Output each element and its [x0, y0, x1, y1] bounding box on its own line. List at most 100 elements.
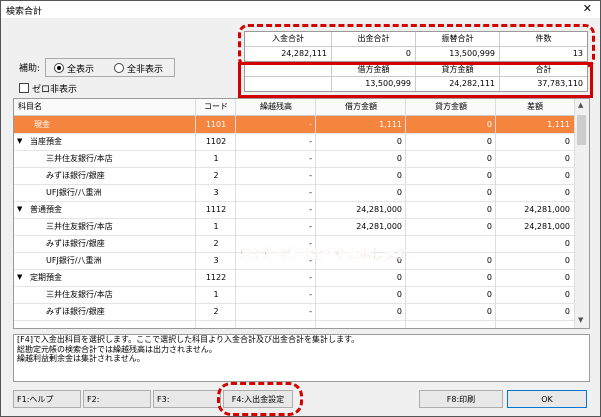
- row-credit: 0: [486, 154, 492, 163]
- table-row[interactable]: みずほ銀行/銀座 2 - 0 0 0: [14, 167, 574, 185]
- row-account-name: 当座預金: [30, 137, 62, 146]
- row-debit: 0: [396, 137, 402, 146]
- row-account-name: みずほ銀行/銀座: [46, 171, 105, 180]
- highlight-summary-bottom: [238, 62, 593, 98]
- row-diff: 0: [564, 239, 570, 248]
- radio-checked-icon: [54, 63, 64, 73]
- highlight-f4-button: [217, 382, 303, 416]
- table-row[interactable]: ▼ 定期預金 1122 - 0 0 0: [14, 269, 574, 287]
- row-diff: 1,111: [547, 120, 570, 129]
- row-kurikoshi: -: [309, 307, 312, 316]
- close-icon[interactable]: ✕: [583, 2, 592, 15]
- row-code: 3: [213, 188, 219, 197]
- radio-show-all[interactable]: 全表示: [54, 62, 94, 75]
- row-debit: 0: [396, 171, 402, 180]
- row-credit: 0: [486, 120, 492, 129]
- message-line: 総勘定元帳の検索合計では繰越残高は出力されません。: [17, 344, 217, 354]
- row-debit: 0: [396, 307, 402, 316]
- row-credit: 0: [486, 171, 492, 180]
- row-account-name: 普通預金: [30, 205, 62, 214]
- row-debit: 1,111: [379, 120, 402, 129]
- table-row[interactable]: 三井住友銀行/本店 1 - 0 0 0: [14, 286, 574, 304]
- radio-show-all-label: 全表示: [67, 65, 95, 75]
- row-kurikoshi: -: [309, 120, 312, 129]
- row-kurikoshi: -: [309, 273, 312, 282]
- row-code: 1101: [205, 120, 227, 129]
- row-code: 1122: [205, 273, 227, 282]
- zero-hide-label: ゼロ非表示: [32, 85, 78, 95]
- annotation-text: 相手科目集計金額を表示します。: [239, 247, 418, 261]
- row-code: 1102: [205, 137, 227, 146]
- table-row[interactable]: みずほ銀行/銀座 2 - 0 0 0: [14, 303, 574, 321]
- row-kurikoshi: -: [309, 222, 312, 231]
- message-box: [F4]で入金出科目を選択します。ここで選択した科目より入金合計及び出金合計を集…: [13, 334, 590, 382]
- col-diff[interactable]: 差額: [496, 99, 574, 115]
- table-row[interactable]: ▼ 普通預金 1112 - 24,281,000 0 24,281,000: [14, 201, 574, 219]
- col-code[interactable]: コード: [196, 99, 236, 115]
- expand-chevron-icon[interactable]: ▼: [17, 201, 22, 218]
- row-account-name: UFJ銀行/八重洲: [46, 188, 102, 197]
- table-row[interactable]: UFJ銀行/八重洲 3 - 0 0 0: [14, 184, 574, 202]
- row-account-name: 定期預金: [30, 273, 62, 282]
- row-credit: 0: [486, 188, 492, 197]
- row-account-name: みずほ銀行/銀座: [46, 239, 105, 248]
- row-debit: 0: [396, 188, 402, 197]
- row-credit: 0: [486, 273, 492, 282]
- row-kurikoshi: -: [309, 188, 312, 197]
- row-kurikoshi: -: [309, 205, 312, 214]
- row-diff: 0: [564, 171, 570, 180]
- row-diff: 0: [564, 188, 570, 197]
- f3-button[interactable]: F3:: [153, 390, 221, 408]
- grid-header: 科目名 コード 繰越残高 借方金額 貸方金額 差額: [14, 99, 574, 116]
- col-credit[interactable]: 貸方金額: [406, 99, 496, 115]
- row-debit: 0: [396, 273, 402, 282]
- message-line: [F4]で入金出科目を選択します。ここで選択した科目より入金合計及び出金合計を集…: [17, 335, 360, 344]
- expand-chevron-icon[interactable]: ▼: [17, 133, 22, 150]
- col-account-name[interactable]: 科目名: [18, 99, 42, 115]
- row-account-name: 三井住友銀行/本店: [46, 222, 113, 231]
- row-diff: 0: [564, 137, 570, 146]
- row-code: 2: [213, 307, 219, 316]
- hojo-label: 補助:: [19, 64, 41, 74]
- row-credit: 0: [486, 205, 492, 214]
- row-diff: 0: [564, 154, 570, 163]
- table-row[interactable]: ▼ 当座預金 1102 - 0 0 0: [14, 133, 574, 151]
- row-kurikoshi: -: [309, 171, 312, 180]
- row-kurikoshi: -: [309, 154, 312, 163]
- row-diff: 0: [564, 307, 570, 316]
- row-account-name: 三井住友銀行/本店: [46, 154, 113, 163]
- row-credit: 0: [486, 256, 492, 265]
- table-row[interactable]: 三井住友銀行/本店 1 - 0 0 0: [14, 150, 574, 168]
- grid-scrollbar[interactable]: ▲ ▼: [574, 99, 589, 328]
- ok-button[interactable]: OK: [507, 390, 587, 408]
- scroll-down-icon[interactable]: ▼: [578, 316, 583, 324]
- row-debit: 24,281,000: [356, 205, 402, 214]
- table-row[interactable]: 現金 1101 - 1,111 0 1,111: [14, 116, 574, 134]
- hojo-radio-group: 全表示 全非表示: [45, 58, 175, 77]
- radio-hide-all-label: 全非表示: [127, 65, 164, 75]
- zero-hide-checkbox[interactable]: ゼロ非表示: [19, 82, 77, 95]
- window-title: 検索合計: [6, 7, 43, 17]
- row-kurikoshi: -: [309, 137, 312, 146]
- row-account-name: 現金: [34, 120, 50, 129]
- row-account-name: みずほ銀行/銀座: [46, 307, 105, 316]
- f2-button[interactable]: F2:: [83, 390, 151, 408]
- scroll-thumb[interactable]: [577, 115, 586, 145]
- row-credit: 0: [486, 222, 492, 231]
- f1-help-button[interactable]: F1:ヘルプ: [13, 390, 81, 408]
- f8-print-button[interactable]: F8:印刷: [419, 390, 503, 408]
- row-code: 1: [213, 154, 219, 163]
- scroll-up-icon[interactable]: ▲: [578, 101, 583, 109]
- row-credit: 0: [486, 307, 492, 316]
- row-debit: 0: [396, 154, 402, 163]
- col-debit[interactable]: 借方金額: [316, 99, 406, 115]
- account-grid[interactable]: 科目名 コード 繰越残高 借方金額 貸方金額 差額 現金 1101-1,111 0 1…: [13, 98, 590, 329]
- row-code: 1: [213, 290, 219, 299]
- row-diff: 24,281,000: [524, 222, 570, 231]
- row-code: 1: [213, 222, 219, 231]
- expand-chevron-icon[interactable]: ▼: [17, 269, 22, 286]
- table-row[interactable]: 三井住友銀行/本店 1 - 24,281,000 0 24,281,000: [14, 218, 574, 236]
- radio-hide-all[interactable]: 全非表示: [114, 62, 163, 75]
- col-kurikoshi[interactable]: 繰越残高: [236, 99, 316, 115]
- row-diff: 0: [564, 273, 570, 282]
